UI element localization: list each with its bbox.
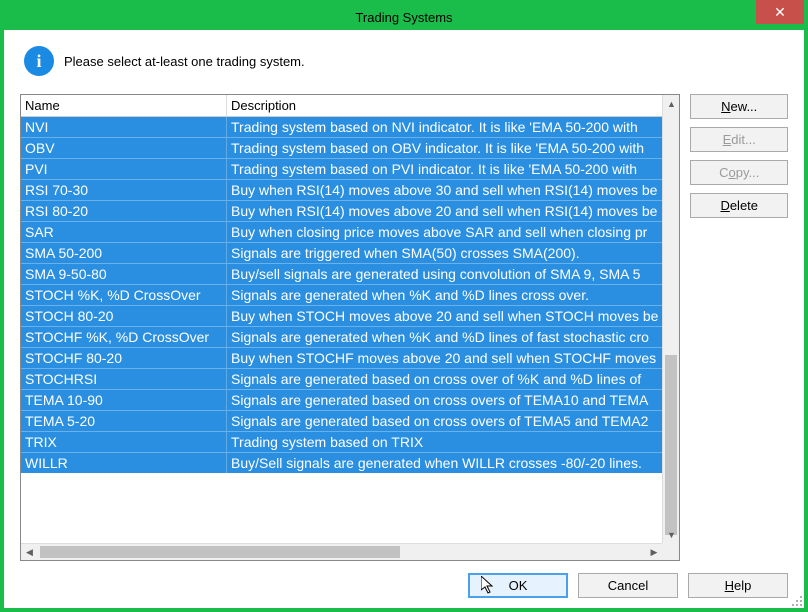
cell-name: STOCHF %K, %D CrossOver: [21, 327, 227, 347]
table-row[interactable]: NVITrading system based on NVI indicator…: [21, 117, 662, 137]
window-title: Trading Systems: [355, 10, 452, 25]
table-row[interactable]: RSI 80-20Buy when RSI(14) moves above 20…: [21, 200, 662, 221]
cell-name: SAR: [21, 222, 227, 242]
vertical-scrollbar[interactable]: ▲ ▼: [662, 95, 679, 543]
table-row[interactable]: RSI 70-30Buy when RSI(14) moves above 30…: [21, 179, 662, 200]
table-row[interactable]: OBVTrading system based on OBV indicator…: [21, 137, 662, 158]
cancel-button[interactable]: Cancel: [578, 573, 678, 598]
table-row[interactable]: TRIXTrading system based on TRIX: [21, 431, 662, 452]
cell-description: Buy when RSI(14) moves above 20 and sell…: [227, 201, 662, 221]
cell-name: WILLR: [21, 453, 227, 473]
table-row[interactable]: STOCH 80-20Buy when STOCH moves above 20…: [21, 305, 662, 326]
table-row[interactable]: PVITrading system based on PVI indicator…: [21, 158, 662, 179]
cell-name: STOCHRSI: [21, 369, 227, 389]
cell-name: STOCHF 80-20: [21, 348, 227, 368]
cell-name: STOCH %K, %D CrossOver: [21, 285, 227, 305]
cell-name: STOCH 80-20: [21, 306, 227, 326]
cell-name: TRIX: [21, 432, 227, 452]
help-button[interactable]: Help: [688, 573, 788, 598]
cell-name: SMA 50-200: [21, 243, 227, 263]
cell-description: Trading system based on OBV indicator. I…: [227, 138, 662, 158]
cell-description: Buy when RSI(14) moves above 30 and sell…: [227, 180, 662, 200]
info-icon: i: [24, 46, 54, 76]
vertical-scroll-thumb[interactable]: [665, 355, 677, 535]
cell-description: Signals are generated based on cross ove…: [227, 390, 662, 410]
copy-button[interactable]: Copy...: [690, 160, 788, 185]
footer-buttons: OK Cancel Help: [20, 561, 788, 598]
cell-description: Signals are generated when %K and %D lin…: [227, 285, 662, 305]
table-row[interactable]: TEMA 5-20Signals are generated based on …: [21, 410, 662, 431]
cell-description: Trading system based on NVI indicator. I…: [227, 117, 662, 137]
cell-name: RSI 70-30: [21, 180, 227, 200]
cell-description: Signals are generated based on cross ove…: [227, 411, 662, 431]
cell-name: OBV: [21, 138, 227, 158]
cell-description: Buy when STOCHF moves above 20 and sell …: [227, 348, 662, 368]
cell-description: Trading system based on PVI indicator. I…: [227, 159, 662, 179]
cell-description: Trading system based on TRIX: [227, 432, 662, 452]
table-row[interactable]: STOCHF %K, %D CrossOverSignals are gener…: [21, 326, 662, 347]
column-header-name[interactable]: Name: [21, 95, 227, 116]
table-row[interactable]: STOCH %K, %D CrossOverSignals are genera…: [21, 284, 662, 305]
scroll-up-arrow-icon[interactable]: ▲: [663, 95, 679, 112]
cell-name: PVI: [21, 159, 227, 179]
cell-description: Buy when STOCH moves above 20 and sell w…: [227, 306, 662, 326]
scroll-down-arrow-icon[interactable]: ▼: [663, 526, 679, 543]
dialog-content: i Please select at-least one trading sys…: [4, 30, 804, 608]
ok-button[interactable]: OK: [468, 573, 568, 598]
cell-name: TEMA 5-20: [21, 411, 227, 431]
scroll-right-arrow-icon[interactable]: ▶: [645, 544, 662, 560]
column-header-description[interactable]: Description: [227, 95, 662, 116]
cell-name: SMA 9-50-80: [21, 264, 227, 284]
table-row[interactable]: TEMA 10-90Signals are generated based on…: [21, 389, 662, 410]
scroll-left-arrow-icon[interactable]: ◀: [21, 544, 38, 560]
edit-button[interactable]: Edit...: [690, 127, 788, 152]
side-buttons: New... Edit... Copy... Delete: [690, 94, 788, 561]
table-row[interactable]: SMA 50-200Signals are triggered when SMA…: [21, 242, 662, 263]
cell-description: Signals are triggered when SMA(50) cross…: [227, 243, 662, 263]
systems-table[interactable]: Name Description NVITrading system based…: [20, 94, 680, 561]
horizontal-scroll-thumb[interactable]: [40, 546, 400, 558]
cell-name: RSI 80-20: [21, 201, 227, 221]
close-button[interactable]: ✕: [756, 0, 804, 24]
cell-description: Signals are generated based on cross ove…: [227, 369, 662, 389]
cell-description: Signals are generated when %K and %D lin…: [227, 327, 662, 347]
cell-name: NVI: [21, 117, 227, 137]
main-row: Name Description NVITrading system based…: [20, 94, 788, 561]
table-header[interactable]: Name Description: [21, 95, 662, 117]
dialog-window: Trading Systems ✕ i Please select at-lea…: [0, 0, 808, 612]
table-row[interactable]: SMA 9-50-80Buy/sell signals are generate…: [21, 263, 662, 284]
titlebar[interactable]: Trading Systems ✕: [4, 4, 804, 30]
table-row[interactable]: WILLRBuy/Sell signals are generated when…: [21, 452, 662, 473]
info-banner: i Please select at-least one trading sys…: [24, 46, 788, 76]
horizontal-scrollbar[interactable]: ◀ ▶: [21, 543, 662, 560]
resize-grip-icon[interactable]: [790, 594, 802, 606]
scroll-corner: [662, 543, 679, 560]
cell-name: TEMA 10-90: [21, 390, 227, 410]
table-row[interactable]: STOCHRSISignals are generated based on c…: [21, 368, 662, 389]
table-row[interactable]: STOCHF 80-20Buy when STOCHF moves above …: [21, 347, 662, 368]
cell-description: Buy/sell signals are generated using con…: [227, 264, 662, 284]
delete-button[interactable]: Delete: [690, 193, 788, 218]
new-button[interactable]: New...: [690, 94, 788, 119]
table-row[interactable]: SARBuy when closing price moves above SA…: [21, 221, 662, 242]
close-icon: ✕: [774, 4, 786, 21]
cell-description: Buy/Sell signals are generated when WILL…: [227, 453, 662, 473]
info-message: Please select at-least one trading syste…: [64, 54, 305, 69]
cell-description: Buy when closing price moves above SAR a…: [227, 222, 662, 242]
